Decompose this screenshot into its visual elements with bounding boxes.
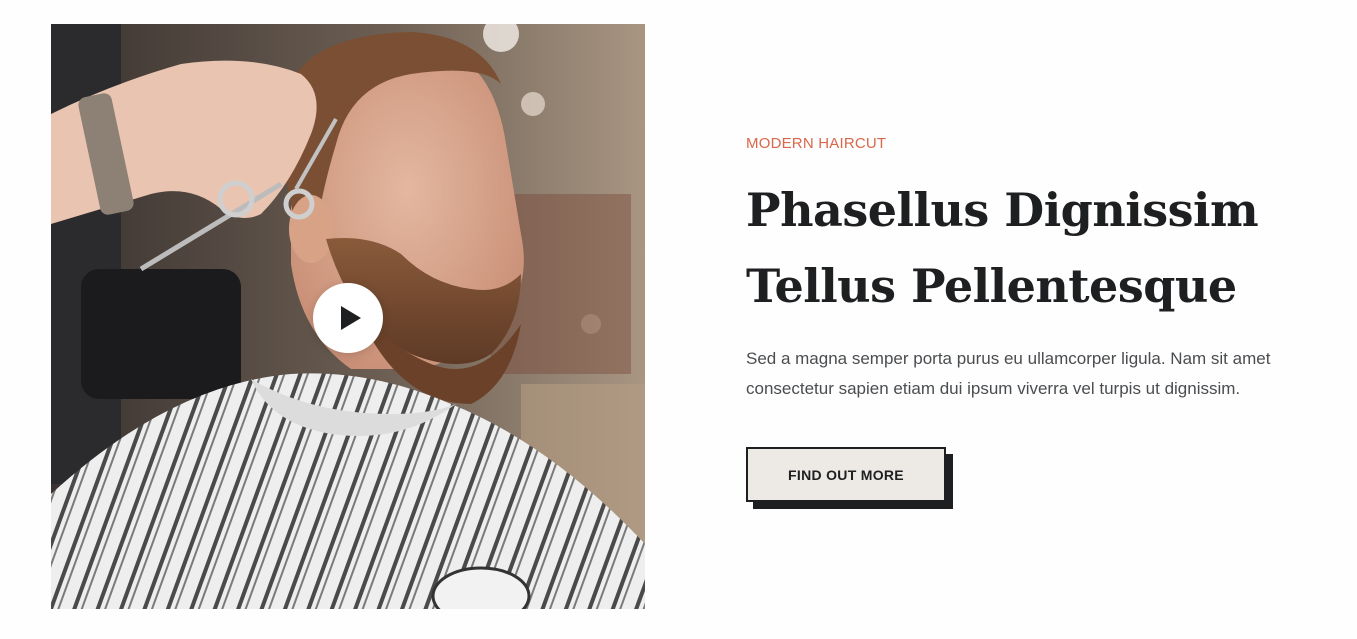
play-icon bbox=[340, 306, 361, 330]
hero-description: Sed a magna semper porta purus eu ullamc… bbox=[746, 349, 1271, 398]
hero-content: MODERN HAIRCUT Phasellus Dignissim Tellu… bbox=[746, 135, 1316, 509]
eyebrow-label: MODERN HAIRCUT bbox=[746, 135, 887, 152]
find-out-more-button[interactable]: FIND OUT MORE bbox=[746, 447, 946, 502]
hero-media bbox=[51, 24, 645, 609]
play-button[interactable] bbox=[313, 283, 383, 353]
cta-wrapper: FIND OUT MORE bbox=[746, 447, 954, 509]
headline-line-1: Phasellus Dignissim bbox=[746, 183, 1259, 237]
page-title: Phasellus Dignissim Tellus Pellentesque bbox=[746, 172, 1316, 324]
headline-line-2: Tellus Pellentesque bbox=[746, 259, 1237, 313]
